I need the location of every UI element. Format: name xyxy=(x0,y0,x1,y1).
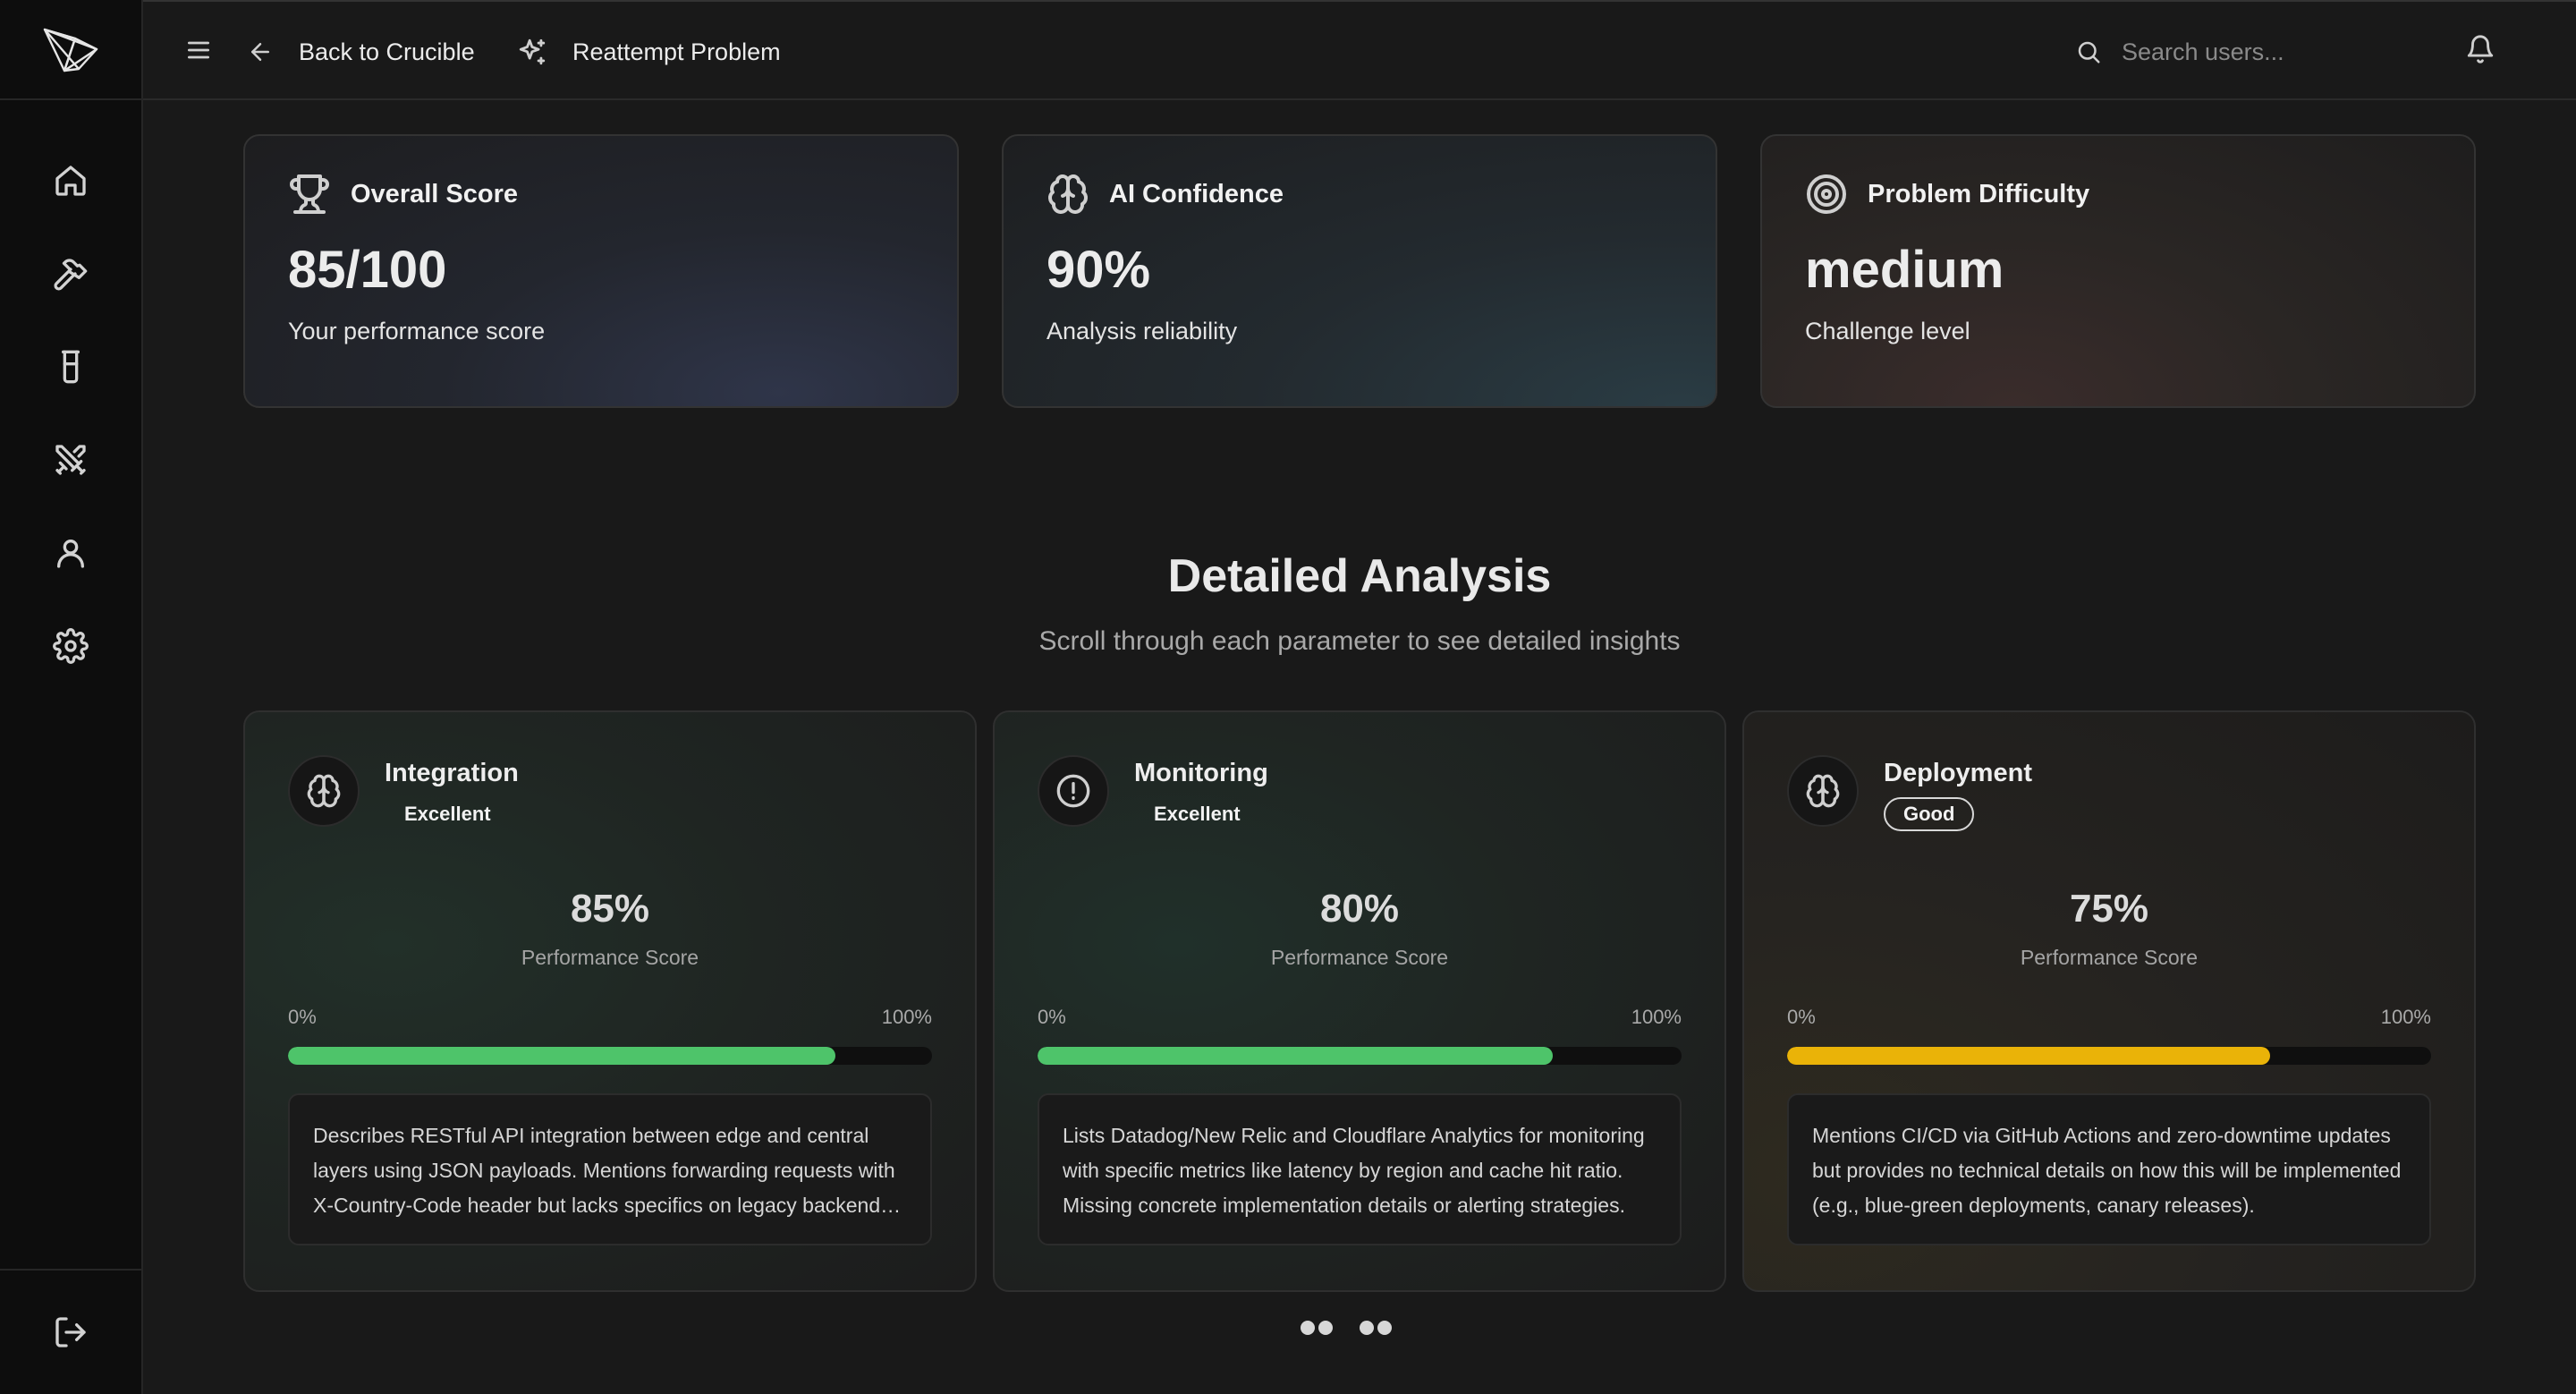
search-input[interactable] xyxy=(2122,38,2444,66)
analysis-description: Mentions CI/CD via GitHub Actions and ze… xyxy=(1787,1093,2431,1245)
pager-dot[interactable] xyxy=(1377,1321,1392,1335)
stat-value: 85/100 xyxy=(288,241,447,299)
hammer-icon xyxy=(54,259,88,291)
bell-icon xyxy=(2467,35,2494,64)
search-icon xyxy=(2078,41,2100,64)
parameter-name: Integration xyxy=(385,759,519,787)
home-icon xyxy=(55,166,86,196)
stat-subtitle: Challenge level xyxy=(1805,318,1970,344)
analysis-description: Describes RESTful API integration betwee… xyxy=(288,1093,932,1245)
score-value: 75% xyxy=(2069,887,2149,931)
stat-value: medium xyxy=(1805,241,2004,299)
stat-subtitle: Your performance score xyxy=(288,318,546,344)
flask-icon xyxy=(62,350,80,384)
problem-difficulty-card: Problem Difficulty medium Challenge leve… xyxy=(1760,134,2476,408)
brain-icon xyxy=(1048,174,1088,214)
carousel-pager xyxy=(1301,1321,1392,1335)
menu-icon xyxy=(188,41,209,59)
score-label: Performance Score xyxy=(521,946,699,969)
range-max: 100% xyxy=(1631,1006,1682,1028)
score-label: Performance Score xyxy=(2020,946,2199,969)
target-icon xyxy=(1807,174,1846,214)
logout-icon xyxy=(55,1317,86,1347)
section-subtitle: Scroll through each parameter to see det… xyxy=(1038,626,1681,656)
sidebar-item-lab[interactable] xyxy=(0,320,141,413)
analysis-card-deployment: Deployment Good 75% Performance Score 0%… xyxy=(1742,710,2476,1292)
notifications-button[interactable] xyxy=(2465,34,2496,68)
sidebar-item-settings[interactable] xyxy=(0,599,141,693)
parameter-icon-wrap xyxy=(1038,755,1109,827)
parameter-name: Monitoring xyxy=(1134,759,1268,787)
search-box xyxy=(2075,29,2451,75)
back-label: Back to Crucible xyxy=(299,38,475,65)
app-logo[interactable] xyxy=(0,0,141,100)
progress-fill xyxy=(1038,1047,1553,1065)
progress-fill xyxy=(288,1047,835,1065)
rating-badge: Excellent xyxy=(1154,803,1241,825)
stat-subtitle: Analysis reliability xyxy=(1046,318,1238,344)
range-min: 0% xyxy=(288,1006,317,1028)
sidebar xyxy=(0,0,143,1394)
arrow-left-icon xyxy=(251,43,269,61)
rating-badge: Excellent xyxy=(404,803,491,825)
progress-track xyxy=(288,1047,932,1065)
pager-dot[interactable] xyxy=(1318,1321,1333,1335)
range-min: 0% xyxy=(1038,1006,1066,1028)
parameter-icon-wrap xyxy=(1787,755,1859,827)
range-max: 100% xyxy=(2380,1006,2431,1028)
parameter-icon-wrap xyxy=(288,755,360,827)
sidebar-item-battle[interactable] xyxy=(0,413,141,506)
logout-button[interactable] xyxy=(0,1269,141,1394)
reattempt-problem-button[interactable]: Reattempt Problem xyxy=(517,29,781,75)
progress-fill xyxy=(1787,1047,2270,1065)
menu-button[interactable] xyxy=(184,36,213,68)
score-label: Performance Score xyxy=(1270,946,1449,969)
stat-title: Overall Score xyxy=(351,179,518,208)
progress-track xyxy=(1038,1047,1682,1065)
score-value: 85% xyxy=(570,887,650,931)
top-bar: Back to Crucible Reattempt Problem xyxy=(143,0,2576,100)
pager-dot[interactable] xyxy=(1301,1321,1315,1335)
sparkles-icon xyxy=(519,38,546,65)
brain-icon xyxy=(307,774,341,808)
pager-dot-group[interactable] xyxy=(1301,1321,1333,1335)
overall-score-card: Overall Score 85/100 Your performance sc… xyxy=(243,134,959,408)
stat-value: 90% xyxy=(1046,241,1151,299)
swords-icon xyxy=(55,445,86,475)
sidebar-item-build[interactable] xyxy=(0,227,141,320)
rating-badge: Good xyxy=(1884,797,1975,831)
analysis-card-integration: Integration Excellent 85% Performance Sc… xyxy=(243,710,977,1292)
stat-title: Problem Difficulty xyxy=(1868,179,2090,208)
score-value: 80% xyxy=(1319,887,1400,931)
progress-track xyxy=(1787,1047,2431,1065)
trophy-icon xyxy=(290,174,329,214)
range-min: 0% xyxy=(1787,1006,1816,1028)
section-title: Detailed Analysis xyxy=(1167,550,1552,602)
logo-icon xyxy=(43,28,98,72)
sidebar-item-profile[interactable] xyxy=(0,506,141,599)
ai-confidence-card: AI Confidence 90% Analysis reliability xyxy=(1002,134,1717,408)
settings-icon xyxy=(53,628,89,664)
sidebar-item-home[interactable] xyxy=(0,134,141,227)
analysis-description: Lists Datadog/New Relic and Cloudflare A… xyxy=(1038,1093,1682,1245)
brain-icon xyxy=(1806,774,1840,808)
sidebar-nav xyxy=(0,134,141,693)
range-max: 100% xyxy=(881,1006,932,1028)
pager-dot-group[interactable] xyxy=(1360,1321,1392,1335)
pager-dot[interactable] xyxy=(1360,1321,1374,1335)
stat-title: AI Confidence xyxy=(1109,179,1284,208)
parameter-name: Deployment xyxy=(1884,759,2032,787)
alert-circle-icon xyxy=(1056,774,1090,808)
reattempt-label: Reattempt Problem xyxy=(572,38,781,65)
back-to-crucible-button[interactable]: Back to Crucible xyxy=(247,29,475,75)
analysis-card-monitoring: Monitoring Excellent 80% Performance Sco… xyxy=(993,710,1726,1292)
user-icon xyxy=(57,540,85,568)
